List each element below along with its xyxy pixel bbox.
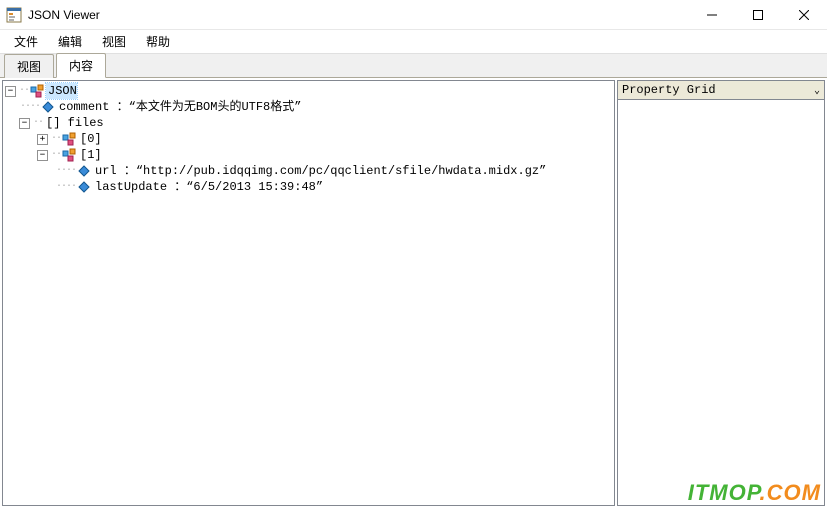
tabbar: 视图 内容 [0, 54, 827, 78]
window-buttons [689, 0, 827, 29]
object-icon [62, 132, 76, 146]
tree-connector: ·· [19, 83, 29, 99]
collapse-icon[interactable]: − [19, 118, 30, 129]
tree-node-item-1[interactable]: − ·· [1] [5, 147, 612, 163]
tree-node-item-0[interactable]: + ·· [0] [5, 131, 612, 147]
tab-content[interactable]: 内容 [56, 53, 106, 78]
node-label: [1] [78, 147, 102, 163]
tree-node-comment[interactable]: ···· comment ：“本文件为无BOM头的UTF8格式” [5, 99, 612, 115]
menu-help[interactable]: 帮助 [136, 30, 180, 53]
menu-file[interactable]: 文件 [4, 30, 48, 53]
property-grid-body[interactable] [617, 100, 825, 506]
tree-connector: ···· [56, 163, 76, 179]
object-icon [62, 148, 76, 162]
minimize-button[interactable] [689, 0, 735, 30]
maximize-button[interactable] [735, 0, 781, 30]
tree-connector: ·· [51, 131, 61, 147]
chevron-down-icon[interactable]: ⌄ [814, 85, 820, 96]
value-icon [77, 164, 91, 178]
window-title: JSON Viewer [28, 8, 689, 22]
node-label: [] files [44, 115, 104, 131]
watermark: ITMOP.COM [688, 480, 821, 506]
tab-view[interactable]: 视图 [4, 54, 54, 78]
titlebar: JSON Viewer [0, 0, 827, 30]
expand-icon[interactable]: + [37, 134, 48, 145]
value-icon [77, 180, 91, 194]
content-area: − ·· JSON ···· comment ：“本文件为无BOM头的UTF8格… [0, 78, 827, 508]
json-tree: − ·· JSON ···· comment ：“本文件为无BOM头的UTF8格… [5, 83, 612, 195]
tree-connector: ·· [33, 115, 43, 131]
app-icon [6, 7, 22, 23]
collapse-icon[interactable]: − [37, 150, 48, 161]
side-panel: Property Grid ⌄ [617, 80, 825, 506]
close-button[interactable] [781, 0, 827, 30]
menubar: 文件 编辑 视图 帮助 [0, 30, 827, 54]
node-label: [0] [78, 131, 102, 147]
tree-node-files[interactable]: − ·· [] files [5, 115, 612, 131]
menu-view[interactable]: 视图 [92, 30, 136, 53]
tree-node-lastupdate[interactable]: ···· lastUpdate ：“6/5/2013 15:39:48” [5, 179, 612, 195]
node-label: comment ：“本文件为无BOM头的UTF8格式” [57, 99, 301, 115]
node-label: url ：“http://pub.idqqimg.com/pc/qqclient… [93, 163, 546, 179]
tree-node-root[interactable]: − ·· JSON [5, 83, 612, 99]
node-label: lastUpdate ：“6/5/2013 15:39:48” [93, 179, 323, 195]
property-grid-title: Property Grid [622, 83, 716, 97]
menu-edit[interactable]: 编辑 [48, 30, 92, 53]
property-grid-header[interactable]: Property Grid ⌄ [617, 80, 825, 100]
node-label: JSON [46, 83, 77, 99]
tree-node-url[interactable]: ···· url ：“http://pub.idqqimg.com/pc/qqc… [5, 163, 612, 179]
tree-connector: ·· [51, 147, 61, 163]
tree-connector: ···· [20, 99, 40, 115]
value-icon [41, 100, 55, 114]
collapse-icon[interactable]: − [5, 86, 16, 97]
tree-panel[interactable]: − ·· JSON ···· comment ：“本文件为无BOM头的UTF8格… [2, 80, 615, 506]
object-icon [30, 84, 44, 98]
tree-connector: ···· [56, 179, 76, 195]
